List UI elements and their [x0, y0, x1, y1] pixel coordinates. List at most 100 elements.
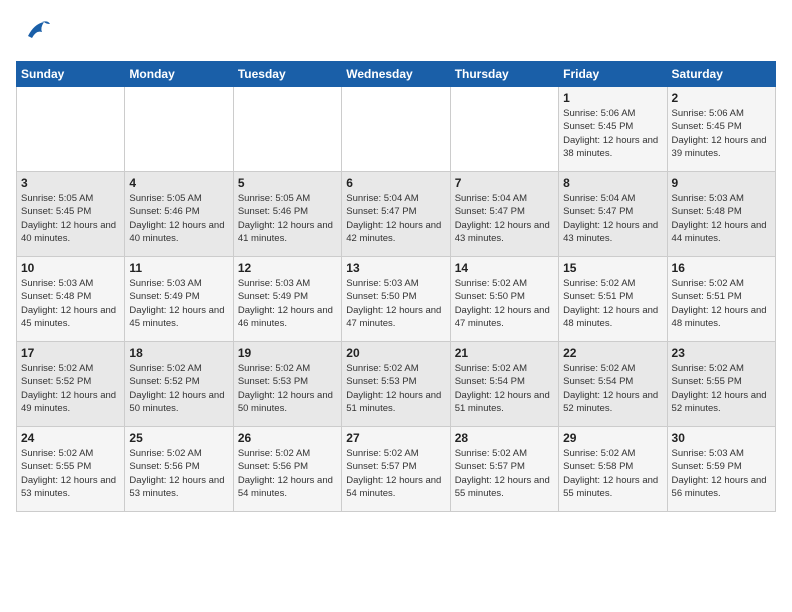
calendar-cell: 13 Sunrise: 5:03 AM Sunset: 5:50 PM Dayli…	[342, 257, 450, 342]
calendar-cell: 19 Sunrise: 5:02 AM Sunset: 5:53 PM Dayli…	[233, 342, 341, 427]
day-number: 8	[563, 176, 662, 190]
calendar-cell: 15 Sunrise: 5:02 AM Sunset: 5:51 PM Dayli…	[559, 257, 667, 342]
week-row-2: 3 Sunrise: 5:05 AM Sunset: 5:45 PM Daylig…	[17, 172, 776, 257]
week-row-4: 17 Sunrise: 5:02 AM Sunset: 5:52 PM Dayli…	[17, 342, 776, 427]
week-row-3: 10Sunrise: 5:03 AM Sunset: 5:48 PM Dayli…	[17, 257, 776, 342]
day-number: 20	[346, 346, 445, 360]
day-number: 21	[455, 346, 554, 360]
day-number: 13	[346, 261, 445, 275]
day-info: Sunrise: 5:02 AM Sunset: 5:51 PM Dayligh…	[672, 277, 771, 330]
day-info: Sunrise: 5:03 AM Sunset: 5:48 PM Dayligh…	[672, 192, 771, 245]
day-info: Sunrise: 5:03 AM Sunset: 5:59 PM Dayligh…	[672, 447, 771, 500]
day-info: Sunrise: 5:06 AM Sunset: 5:45 PM Dayligh…	[672, 107, 771, 160]
weekday-friday: Friday	[559, 62, 667, 87]
day-number: 5	[238, 176, 337, 190]
week-row-5: 24 Sunrise: 5:02 AM Sunset: 5:55 PM Dayli…	[17, 427, 776, 512]
calendar-cell: 8 Sunrise: 5:04 AM Sunset: 5:47 PM Daylig…	[559, 172, 667, 257]
week-row-1: 1 Sunrise: 5:06 AM Sunset: 5:45 PM Daylig…	[17, 87, 776, 172]
calendar-cell	[17, 87, 125, 172]
day-info: Sunrise: 5:02 AM Sunset: 5:53 PM Dayligh…	[346, 362, 445, 415]
day-number: 29	[563, 431, 662, 445]
calendar-cell: 16 Sunrise: 5:02 AM Sunset: 5:51 PM Dayli…	[667, 257, 775, 342]
day-number: 9	[672, 176, 771, 190]
calendar-cell: 22Sunrise: 5:02 AM Sunset: 5:54 PM Dayli…	[559, 342, 667, 427]
day-info: Sunrise: 5:04 AM Sunset: 5:47 PM Dayligh…	[563, 192, 662, 245]
calendar-cell: 26Sunrise: 5:02 AM Sunset: 5:56 PM Dayli…	[233, 427, 341, 512]
day-info: Sunrise: 5:02 AM Sunset: 5:54 PM Dayligh…	[563, 362, 662, 415]
calendar-cell: 10Sunrise: 5:03 AM Sunset: 5:48 PM Dayli…	[17, 257, 125, 342]
calendar-cell: 23Sunrise: 5:02 AM Sunset: 5:55 PM Dayli…	[667, 342, 775, 427]
day-info: Sunrise: 5:02 AM Sunset: 5:50 PM Dayligh…	[455, 277, 554, 330]
weekday-monday: Monday	[125, 62, 233, 87]
calendar-cell: 5Sunrise: 5:05 AM Sunset: 5:46 PM Daylig…	[233, 172, 341, 257]
day-info: Sunrise: 5:02 AM Sunset: 5:56 PM Dayligh…	[238, 447, 337, 500]
weekday-header-row: SundayMondayTuesdayWednesdayThursdayFrid…	[17, 62, 776, 87]
day-info: Sunrise: 5:02 AM Sunset: 5:58 PM Dayligh…	[563, 447, 662, 500]
day-number: 30	[672, 431, 771, 445]
day-info: Sunrise: 5:05 AM Sunset: 5:45 PM Dayligh…	[21, 192, 120, 245]
calendar-cell: 17 Sunrise: 5:02 AM Sunset: 5:52 PM Dayli…	[17, 342, 125, 427]
day-number: 18	[129, 346, 228, 360]
day-info: Sunrise: 5:02 AM Sunset: 5:57 PM Dayligh…	[455, 447, 554, 500]
weekday-thursday: Thursday	[450, 62, 558, 87]
day-info: Sunrise: 5:04 AM Sunset: 5:47 PM Dayligh…	[455, 192, 554, 245]
calendar-cell	[450, 87, 558, 172]
day-number: 25	[129, 431, 228, 445]
day-number: 17	[21, 346, 120, 360]
calendar-cell	[233, 87, 341, 172]
calendar-cell: 28 Sunrise: 5:02 AM Sunset: 5:57 PM Dayli…	[450, 427, 558, 512]
day-number: 11	[129, 261, 228, 275]
day-number: 10	[21, 261, 120, 275]
day-info: Sunrise: 5:02 AM Sunset: 5:54 PM Dayligh…	[455, 362, 554, 415]
day-info: Sunrise: 5:02 AM Sunset: 5:57 PM Dayligh…	[346, 447, 445, 500]
day-info: Sunrise: 5:02 AM Sunset: 5:55 PM Dayligh…	[21, 447, 120, 500]
day-info: Sunrise: 5:03 AM Sunset: 5:50 PM Dayligh…	[346, 277, 445, 330]
calendar-cell: 9 Sunrise: 5:03 AM Sunset: 5:48 PM Daylig…	[667, 172, 775, 257]
calendar-cell: 3 Sunrise: 5:05 AM Sunset: 5:45 PM Daylig…	[17, 172, 125, 257]
day-number: 27	[346, 431, 445, 445]
day-info: Sunrise: 5:03 AM Sunset: 5:49 PM Dayligh…	[129, 277, 228, 330]
calendar-cell: 21 Sunrise: 5:02 AM Sunset: 5:54 PM Dayli…	[450, 342, 558, 427]
day-number: 28	[455, 431, 554, 445]
day-info: Sunrise: 5:06 AM Sunset: 5:45 PM Dayligh…	[563, 107, 662, 160]
day-number: 16	[672, 261, 771, 275]
calendar-cell: 27 Sunrise: 5:02 AM Sunset: 5:57 PM Dayli…	[342, 427, 450, 512]
day-info: Sunrise: 5:02 AM Sunset: 5:52 PM Dayligh…	[21, 362, 120, 415]
calendar-cell: 20 Sunrise: 5:02 AM Sunset: 5:53 PM Dayli…	[342, 342, 450, 427]
logo	[16, 16, 52, 49]
day-number: 15	[563, 261, 662, 275]
day-info: Sunrise: 5:02 AM Sunset: 5:55 PM Dayligh…	[672, 362, 771, 415]
page-header	[16, 16, 776, 49]
day-info: Sunrise: 5:04 AM Sunset: 5:47 PM Dayligh…	[346, 192, 445, 245]
day-number: 19	[238, 346, 337, 360]
calendar-cell	[125, 87, 233, 172]
calendar-cell: 25 Sunrise: 5:02 AM Sunset: 5:56 PM Dayli…	[125, 427, 233, 512]
day-number: 2	[672, 91, 771, 105]
day-number: 14	[455, 261, 554, 275]
calendar-cell: 4Sunrise: 5:05 AM Sunset: 5:46 PM Daylig…	[125, 172, 233, 257]
day-number: 1	[563, 91, 662, 105]
weekday-tuesday: Tuesday	[233, 62, 341, 87]
calendar-cell	[342, 87, 450, 172]
calendar-cell: 1 Sunrise: 5:06 AM Sunset: 5:45 PM Daylig…	[559, 87, 667, 172]
day-number: 4	[129, 176, 228, 190]
calendar-cell: 24 Sunrise: 5:02 AM Sunset: 5:55 PM Dayli…	[17, 427, 125, 512]
calendar-cell: 12 Sunrise: 5:03 AM Sunset: 5:49 PM Dayli…	[233, 257, 341, 342]
day-number: 3	[21, 176, 120, 190]
day-info: Sunrise: 5:02 AM Sunset: 5:56 PM Dayligh…	[129, 447, 228, 500]
calendar-cell: 30 Sunrise: 5:03 AM Sunset: 5:59 PM Dayli…	[667, 427, 775, 512]
calendar-cell: 29 Sunrise: 5:02 AM Sunset: 5:58 PM Dayli…	[559, 427, 667, 512]
day-number: 24	[21, 431, 120, 445]
weekday-sunday: Sunday	[17, 62, 125, 87]
day-info: Sunrise: 5:02 AM Sunset: 5:51 PM Dayligh…	[563, 277, 662, 330]
calendar-cell: 18Sunrise: 5:02 AM Sunset: 5:52 PM Dayli…	[125, 342, 233, 427]
weekday-saturday: Saturday	[667, 62, 775, 87]
calendar-cell: 2 Sunrise: 5:06 AM Sunset: 5:45 PM Daylig…	[667, 87, 775, 172]
calendar-table: SundayMondayTuesdayWednesdayThursdayFrid…	[16, 61, 776, 512]
day-info: Sunrise: 5:02 AM Sunset: 5:53 PM Dayligh…	[238, 362, 337, 415]
logo-bird-icon	[24, 16, 52, 49]
day-number: 12	[238, 261, 337, 275]
calendar-cell: 7 Sunrise: 5:04 AM Sunset: 5:47 PM Daylig…	[450, 172, 558, 257]
day-number: 7	[455, 176, 554, 190]
day-info: Sunrise: 5:03 AM Sunset: 5:49 PM Dayligh…	[238, 277, 337, 330]
